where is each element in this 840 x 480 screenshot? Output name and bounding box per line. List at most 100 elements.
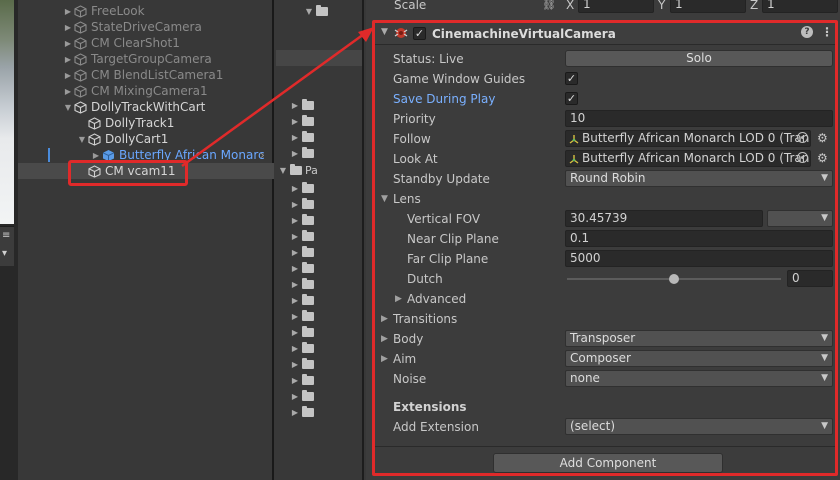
fold-arrow-icon[interactable]: ▶ [62,7,74,16]
fold-arrow-icon[interactable]: ▶ [288,360,302,369]
hierarchy-item[interactable]: ▶ TargetGroupCamera [18,51,274,67]
fold-arrow-down-icon[interactable]: ▼ [62,103,74,112]
fold-arrow-icon[interactable]: ▶ [288,184,302,193]
noise-dropdown[interactable]: none ▼ [565,370,833,387]
fold-arrow-down-icon[interactable]: ▼ [276,166,290,175]
fold-arrow-icon[interactable]: ▶ [62,23,74,32]
scale-y-field[interactable]: 1 [670,0,746,13]
project-folder-row[interactable]: ▶ [276,260,362,276]
chevron-right-icon[interactable]: › [260,148,265,162]
solo-button[interactable]: Solo [565,50,833,67]
project-folder-row[interactable]: ▶ [276,308,362,324]
project-folder-row[interactable]: ▶ [276,404,362,420]
fold-arrow-icon[interactable]: ▶ [288,344,302,353]
project-folder-row[interactable]: ▶ [276,244,362,260]
advanced-row[interactable]: ▶ Advanced [375,289,835,309]
component-enabled-checkbox[interactable]: ✓ [413,27,426,40]
fold-arrow-icon[interactable]: ▶ [288,264,302,273]
scene-tool-dropdown-icon[interactable]: ▾ [0,245,14,263]
follow-field[interactable]: Butterfly African Monarch LOD 0 (Tran [565,130,811,147]
component-header[interactable]: ▼ ✓ CinemachineVirtualCamera ? ⋮ [375,23,835,45]
fold-arrow-down-icon[interactable]: ▼ [76,135,88,144]
fold-arrow-icon[interactable]: ▶ [288,232,302,241]
project-folder-row[interactable]: ▶ [276,372,362,388]
fov-preset-dropdown[interactable]: ▼ [767,210,833,227]
project-folder-row[interactable]: ▶ [276,145,362,161]
project-folder-row[interactable]: ▶ [276,97,362,113]
fold-arrow-icon[interactable]: ▶ [381,354,388,364]
priority-field[interactable]: 10 [565,110,833,127]
fold-arrow-icon[interactable]: ▶ [288,133,302,142]
fold-arrow-icon[interactable]: ▶ [288,248,302,257]
dutch-slider-thumb[interactable] [669,274,679,284]
project-folder-row[interactable]: ▼ Pa [276,162,362,178]
fold-arrow-icon[interactable]: ▶ [288,117,302,126]
hierarchy-item[interactable]: ▼ DollyTrackWithCart [18,99,274,115]
fold-arrow-icon[interactable]: ▶ [288,376,302,385]
hierarchy-item[interactable]: ▶ CM ClearShot1 [18,35,274,51]
project-folder-row[interactable]: ▶ [276,292,362,308]
context-menu-icon[interactable]: ⋮ [821,25,833,39]
fold-arrow-icon[interactable]: ▶ [62,71,74,80]
fold-arrow-icon[interactable]: ▶ [62,55,74,64]
project-folder-row[interactable]: ▶ [276,212,362,228]
project-folder-row[interactable]: ▶ [276,340,362,356]
fold-arrow-icon[interactable]: ▶ [288,312,302,321]
fold-arrow-icon[interactable]: ▶ [381,334,388,344]
project-folder-row[interactable]: ▶ [276,324,362,340]
fold-arrow-icon[interactable]: ▶ [90,151,102,160]
project-folder-row[interactable]: ▶ [276,129,362,145]
fold-arrow-icon[interactable]: ▶ [288,408,302,417]
hierarchy-item[interactable]: ▶ CM MixingCamera1 [18,83,274,99]
fold-arrow-icon[interactable]: ▶ [288,216,302,225]
hierarchy-item[interactable]: ▼ DollyCart1 [18,131,274,147]
link-icon[interactable]: ⛓ [542,0,556,11]
help-icon[interactable]: ? [801,26,813,38]
fold-arrow-icon[interactable]: ▶ [288,392,302,401]
fold-arrow-icon[interactable]: ▶ [288,200,302,209]
object-picker-icon[interactable] [797,152,808,163]
transitions-row[interactable]: ▶ Transitions [375,309,835,329]
hierarchy-item[interactable]: DollyTrack1 [18,115,274,131]
fold-arrow-icon[interactable]: ▶ [288,101,302,110]
object-picker-icon[interactable] [797,132,808,143]
gear-icon[interactable]: ⚙ [817,131,828,145]
save-during-play-checkbox[interactable]: ✓ [565,92,578,105]
project-folder-row[interactable]: ▶ [276,180,362,196]
dutch-field[interactable]: 0 [787,270,833,287]
project-folder-row[interactable]: ▶ [276,356,362,372]
game-window-guides-checkbox[interactable]: ✓ [565,72,578,85]
fold-arrow-icon[interactable]: ▶ [62,39,74,48]
standby-update-dropdown[interactable]: Round Robin ▼ [565,170,833,187]
fold-arrow-icon[interactable]: ▶ [62,87,74,96]
far-clip-field[interactable]: 5000 [565,250,833,267]
gear-icon[interactable]: ⚙ [817,151,828,165]
scene-tool-menu-icon[interactable]: ≡ [0,227,14,245]
hierarchy-item[interactable]: ▶ StateDriveCamera [18,19,274,35]
project-folder-row[interactable]: ▶ [276,196,362,212]
hierarchy-item[interactable]: ▶ CM BlendListCamera1 [18,67,274,83]
lens-row[interactable]: ▼ Lens [375,189,835,209]
hierarchy-item[interactable]: ▶ FreeLook [18,3,274,19]
body-dropdown[interactable]: Transposer ▼ [565,330,833,347]
fold-arrow-down-icon[interactable]: ▼ [381,194,388,204]
scale-z-field[interactable]: 1 [762,0,838,13]
project-folder-row[interactable]: ▼ [276,3,362,19]
aim-dropdown[interactable]: Composer ▼ [565,350,833,367]
fold-arrow-down-icon[interactable]: ▼ [302,7,316,16]
fold-arrow-icon[interactable]: ▶ [395,294,402,304]
fold-arrow-icon[interactable]: ▶ [288,296,302,305]
project-folder-row[interactable]: ▶ [276,228,362,244]
scale-x-field[interactable]: 1 [578,0,654,13]
fold-arrow-icon[interactable]: ▶ [288,149,302,158]
fold-arrow-down-icon[interactable]: ▼ [381,27,388,37]
fold-arrow-icon[interactable]: ▶ [288,328,302,337]
near-clip-field[interactable]: 0.1 [565,230,833,247]
fold-arrow-icon[interactable]: ▶ [288,280,302,289]
project-folder-row[interactable]: ▶ [276,388,362,404]
project-folder-row[interactable]: ▶ [276,113,362,129]
add-extension-dropdown[interactable]: (select) ▼ [565,418,833,435]
fold-arrow-icon[interactable]: ▶ [381,314,388,324]
add-component-button[interactable]: Add Component [493,453,723,473]
vertical-fov-field[interactable]: 30.45739 [565,210,763,227]
